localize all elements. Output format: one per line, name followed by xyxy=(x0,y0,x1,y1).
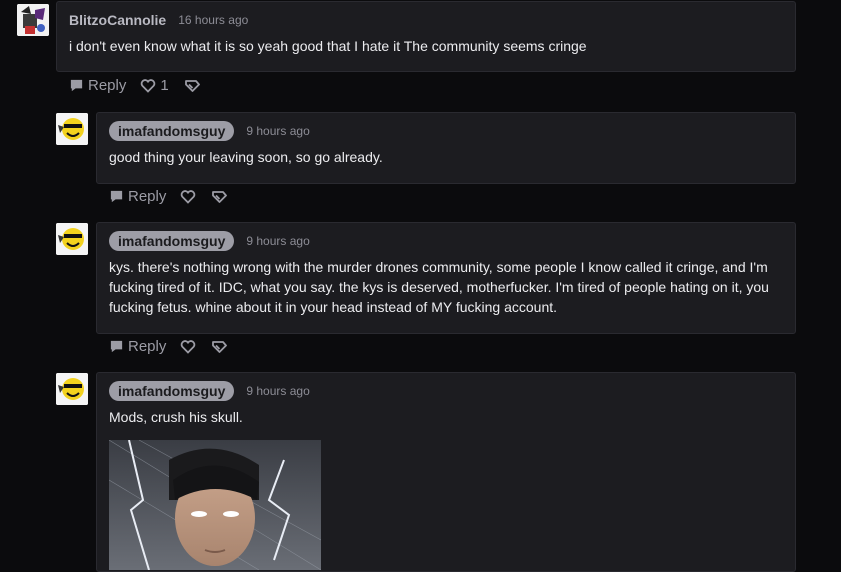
comment-text: Mods, crush his skull. xyxy=(109,409,243,425)
username[interactable]: BlitzoCannolie xyxy=(69,12,166,28)
timestamp: 9 hours ago xyxy=(246,124,310,138)
like-button[interactable] xyxy=(180,339,196,354)
share-icon xyxy=(183,78,200,93)
speech-bubble-icon xyxy=(109,339,124,354)
username[interactable]: imafandomsguy xyxy=(109,121,235,141)
share-button[interactable] xyxy=(210,189,228,204)
avatar[interactable] xyxy=(56,373,88,405)
share-button[interactable] xyxy=(183,78,200,93)
comment-text: i don't even know what it is so yeah goo… xyxy=(69,38,587,54)
timestamp: 9 hours ago xyxy=(246,384,310,398)
attached-image[interactable] xyxy=(109,440,321,570)
username[interactable]: imafandomsguy xyxy=(109,231,235,251)
speech-bubble-icon xyxy=(69,78,84,93)
comment-text: good thing your leaving soon, so go alre… xyxy=(109,149,383,165)
comment-card: BlitzoCannolie 16 hours ago i don't even… xyxy=(56,1,796,72)
timestamp: 9 hours ago xyxy=(246,234,310,248)
comment-actions: Reply 1 xyxy=(69,77,200,94)
share-button[interactable] xyxy=(210,339,228,354)
reply-button[interactable]: Reply xyxy=(69,77,126,94)
heart-icon xyxy=(180,339,196,354)
like-button[interactable] xyxy=(180,189,196,204)
avatar[interactable] xyxy=(17,4,49,36)
comment-text: kys. there's nothing wrong with the murd… xyxy=(109,259,769,315)
share-icon xyxy=(210,339,228,354)
reply-button[interactable]: Reply xyxy=(109,188,166,205)
like-button[interactable]: 1 xyxy=(140,77,169,94)
reply-label: Reply xyxy=(88,77,127,94)
comment-card: imafandomsguy 9 hours ago good thing you… xyxy=(96,112,796,184)
avatar[interactable] xyxy=(56,113,88,145)
reply-button[interactable]: Reply xyxy=(109,338,166,355)
like-count: 1 xyxy=(160,77,169,94)
heart-icon xyxy=(180,189,196,204)
heart-icon xyxy=(140,78,156,93)
comment-actions: Reply xyxy=(109,188,228,205)
reply-label: Reply xyxy=(128,188,167,205)
reply-label: Reply xyxy=(128,338,167,355)
comment-actions: Reply xyxy=(109,338,228,355)
share-icon xyxy=(210,189,228,204)
speech-bubble-icon xyxy=(109,189,124,204)
timestamp: 16 hours ago xyxy=(178,13,249,27)
username[interactable]: imafandomsguy xyxy=(109,381,235,401)
avatar[interactable] xyxy=(56,223,88,255)
comment-card: imafandomsguy 9 hours ago kys. there's n… xyxy=(96,222,796,334)
